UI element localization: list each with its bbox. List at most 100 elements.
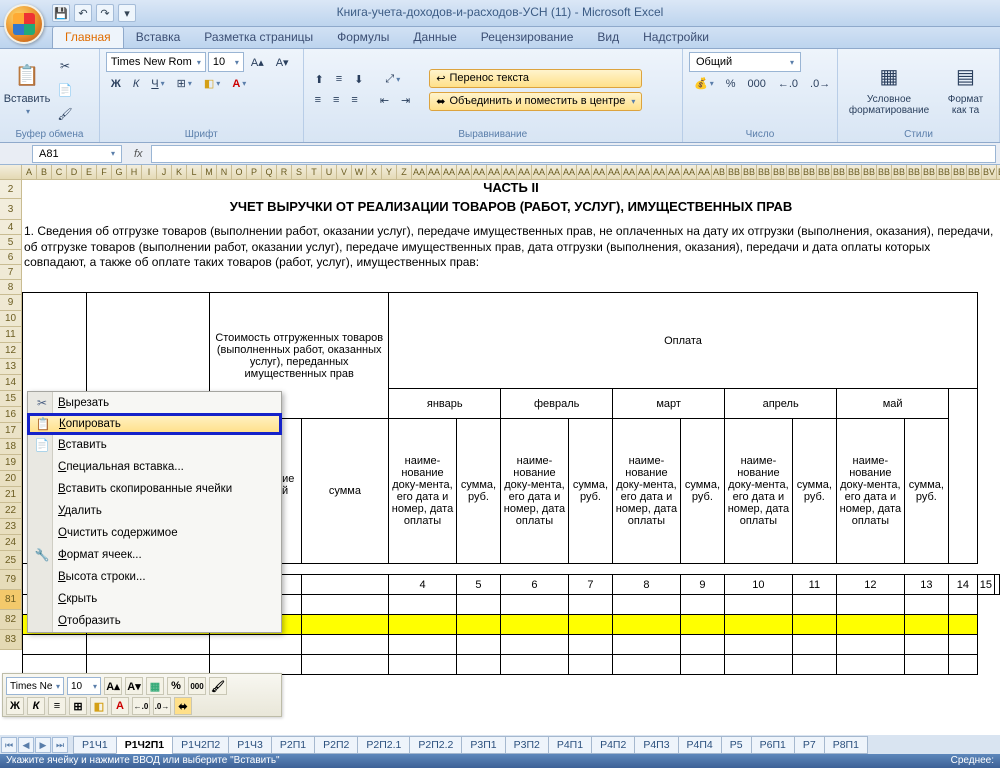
col-header[interactable]: J xyxy=(157,165,172,180)
col-header[interactable]: G xyxy=(112,165,127,180)
row-headers[interactable]: 2345678910111213141516171819202122232425… xyxy=(0,180,22,650)
ctx-высота-строки-[interactable]: Высота строки... xyxy=(28,566,281,588)
mini-styles[interactable]: ▦ xyxy=(146,677,164,695)
ctx-формат-ячеек-[interactable]: 🔧Формат ячеек... xyxy=(28,544,281,566)
align-top-button[interactable]: ⬆ xyxy=(310,70,329,89)
qat-save[interactable]: 💾 xyxy=(52,4,70,22)
increase-indent-button[interactable]: ⇥ xyxy=(396,91,415,110)
sheet-tab[interactable]: Р3П1 xyxy=(461,736,505,754)
col-header[interactable]: AA xyxy=(607,165,622,180)
col-header[interactable]: N xyxy=(217,165,232,180)
ctx-удалить[interactable]: Удалить xyxy=(28,500,281,522)
mini-size-combo[interactable]: 10▾ xyxy=(67,677,101,695)
qat-undo[interactable]: ↶ xyxy=(74,4,92,22)
row-header[interactable]: 83 xyxy=(0,630,22,650)
font-size-combo[interactable]: 10▾ xyxy=(208,52,244,72)
tab-view[interactable]: Вид xyxy=(585,27,631,48)
row-header[interactable]: 8 xyxy=(0,280,22,295)
conditional-format-button[interactable]: ▦ Условное форматирование xyxy=(844,60,934,120)
col-header[interactable]: E xyxy=(82,165,97,180)
row-header[interactable]: 79 xyxy=(0,570,22,590)
col-header[interactable]: AA xyxy=(412,165,427,180)
tab-formulas[interactable]: Формулы xyxy=(325,27,401,48)
sheet-tab[interactable]: Р4П4 xyxy=(678,736,722,754)
col-header[interactable]: X xyxy=(367,165,382,180)
sheet-tab[interactable]: Р5 xyxy=(721,736,752,754)
mini-font-combo[interactable]: Times Ne▾ xyxy=(6,677,64,695)
col-header[interactable]: AA xyxy=(472,165,487,180)
sheet-tab[interactable]: Р2П2.2 xyxy=(409,736,462,754)
mini-grow-font[interactable]: A▴ xyxy=(104,677,122,695)
bold-button[interactable]: Ж xyxy=(106,75,126,93)
font-color-button[interactable]: A▾ xyxy=(227,75,251,93)
number-format-combo[interactable]: Общий▾ xyxy=(689,52,801,72)
col-header[interactable]: AA xyxy=(622,165,637,180)
col-header[interactable]: AA xyxy=(457,165,472,180)
mini-bold[interactable]: Ж xyxy=(6,697,24,715)
col-header[interactable]: BB xyxy=(742,165,757,180)
col-header[interactable]: BB xyxy=(847,165,862,180)
col-header[interactable]: P xyxy=(247,165,262,180)
mini-dec-decimal[interactable]: ←.0 xyxy=(132,697,150,715)
tab-review[interactable]: Рецензирование xyxy=(469,27,586,48)
col-header[interactable]: BB xyxy=(787,165,802,180)
wrap-text-button[interactable]: ↩Перенос текста xyxy=(429,69,642,88)
col-header[interactable]: AA xyxy=(442,165,457,180)
col-header[interactable]: AB xyxy=(712,165,727,180)
format-table-button[interactable]: ▤ Формат как та xyxy=(938,60,993,120)
col-header[interactable]: F xyxy=(97,165,112,180)
sheet-tab[interactable]: Р2П1 xyxy=(271,736,315,754)
border-button[interactable]: ⊞▾ xyxy=(172,74,197,93)
tab-addins[interactable]: Надстройки xyxy=(631,27,721,48)
row-header[interactable]: 3 xyxy=(0,199,22,220)
col-header[interactable]: AA xyxy=(697,165,712,180)
row-header[interactable]: 9 xyxy=(0,295,22,311)
col-header[interactable]: I xyxy=(142,165,157,180)
decrease-decimal-button[interactable]: .0→ xyxy=(805,75,835,93)
col-header[interactable]: BB xyxy=(832,165,847,180)
col-header[interactable]: S xyxy=(292,165,307,180)
ctx-вставить-скопированные-ячейки[interactable]: Вставить скопированные ячейки xyxy=(28,478,281,500)
row-header[interactable]: 19 xyxy=(0,455,22,471)
col-header[interactable]: BB xyxy=(892,165,907,180)
mini-shrink-font[interactable]: A▾ xyxy=(125,677,143,695)
col-header[interactable]: AA xyxy=(427,165,442,180)
comma-button[interactable]: 000 xyxy=(743,75,771,93)
col-header[interactable]: BV xyxy=(982,165,997,180)
col-header[interactable]: R xyxy=(277,165,292,180)
row-header[interactable]: 82 xyxy=(0,610,22,630)
sheet-tab[interactable]: Р1Ч2П2 xyxy=(172,736,229,754)
col-header[interactable]: C xyxy=(52,165,67,180)
sheet-tab[interactable]: Р4П1 xyxy=(548,736,592,754)
increase-decimal-button[interactable]: ←.0 xyxy=(773,75,803,93)
sheet-tab[interactable]: Р8П1 xyxy=(824,736,868,754)
row-header[interactable]: 7 xyxy=(0,265,22,280)
sheet-tab[interactable]: Р4П2 xyxy=(591,736,635,754)
col-header[interactable]: U xyxy=(322,165,337,180)
row-header[interactable]: 10 xyxy=(0,311,22,327)
align-left-button[interactable]: ≡ xyxy=(310,91,326,109)
col-header[interactable]: AA xyxy=(652,165,667,180)
underline-button[interactable]: Ч▾ xyxy=(146,75,169,93)
col-header[interactable]: BB xyxy=(772,165,787,180)
shrink-font-button[interactable]: A▾ xyxy=(271,53,294,72)
col-header[interactable]: BB xyxy=(922,165,937,180)
row-header[interactable]: 5 xyxy=(0,235,22,250)
sheet-tab[interactable]: Р4П3 xyxy=(634,736,678,754)
italic-button[interactable]: К xyxy=(128,75,144,93)
col-header[interactable]: A xyxy=(22,165,37,180)
ctx-отобразить[interactable]: Отобразить xyxy=(28,610,281,632)
qat-redo[interactable]: ↷ xyxy=(96,4,114,22)
align-center-button[interactable]: ≡ xyxy=(328,91,344,109)
col-header[interactable]: Z xyxy=(397,165,412,180)
col-header[interactable]: BB xyxy=(907,165,922,180)
mini-painter[interactable]: 🖌 xyxy=(209,677,227,695)
col-header[interactable]: BB xyxy=(877,165,892,180)
paste-button[interactable]: 📋 Вставить ▾ xyxy=(6,60,48,120)
col-header[interactable]: BB xyxy=(967,165,982,180)
grow-font-button[interactable]: A▴ xyxy=(246,53,269,72)
col-header[interactable]: H xyxy=(127,165,142,180)
row-header[interactable]: 12 xyxy=(0,343,22,359)
mini-inc-decimal[interactable]: .0→ xyxy=(153,697,171,715)
ctx-очистить-содержимое[interactable]: Очистить содержимое xyxy=(28,522,281,544)
